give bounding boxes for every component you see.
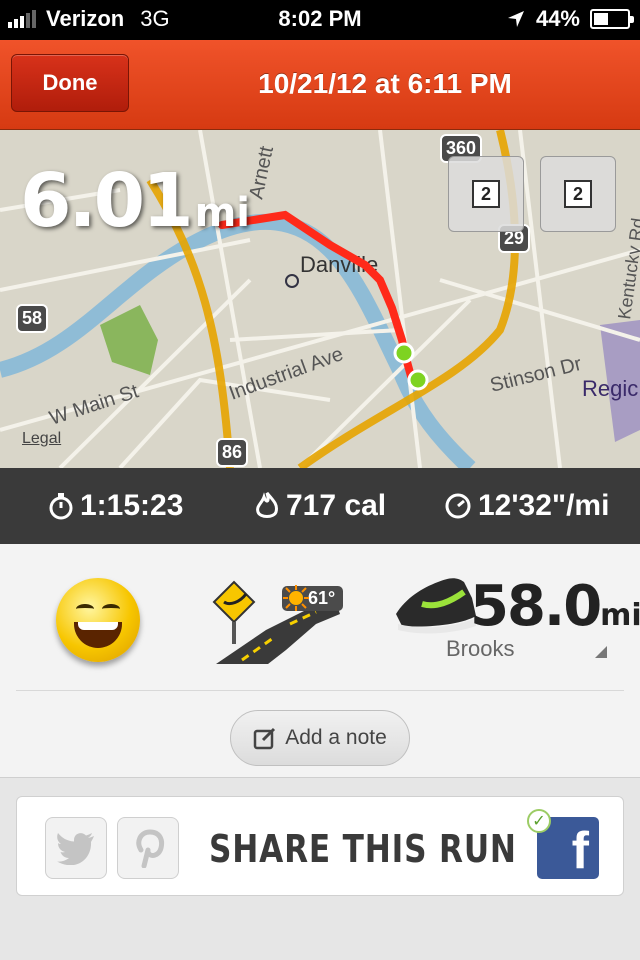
map-view-button-2[interactable]: 2 (540, 156, 616, 232)
city-center-marker (285, 274, 299, 288)
calories-value: 717 cal (286, 489, 387, 522)
map-label-regic: Regic (582, 376, 638, 401)
map-legal-link[interactable]: Legal (22, 430, 61, 448)
location-arrow-icon (507, 11, 524, 27)
temperature-value: 61° (308, 588, 336, 608)
shoe-mileage: 58.0mi (470, 574, 640, 639)
details-divider (16, 690, 624, 691)
route-start-marker (393, 342, 415, 364)
emoji-right-eye (102, 604, 120, 614)
map-label-w-main-st: W Main St (47, 380, 142, 430)
calories-stat: 717 cal (254, 489, 386, 523)
status-bar: Verizon 3G 8:02 PM 44% (0, 0, 640, 40)
run-distance: 6.01 mi (20, 158, 250, 244)
map-label-stinson-dr: Stinson Dr (488, 353, 584, 397)
shoe-miles-value: 58.0 (470, 574, 602, 639)
run-stats-bar: 1:15:23 717 cal 12'32"/mi (0, 468, 640, 544)
add-note-button[interactable]: Add a note (230, 710, 410, 766)
duration-stat: 1:15:23 (48, 489, 183, 523)
map-view-badge-1: 2 (472, 180, 500, 208)
pinterest-share-button[interactable] (117, 817, 179, 879)
battery-fill (594, 13, 609, 25)
running-shoe-icon[interactable] (392, 568, 478, 638)
speedometer-icon (445, 493, 471, 519)
shoe-name[interactable]: Brooks (446, 636, 514, 662)
distance-unit: mi (194, 190, 250, 236)
distance-value: 6.01 (20, 158, 194, 244)
facebook-selected-check-icon: ✓ (527, 809, 551, 833)
highway-shield-58: 58 (16, 304, 49, 333)
battery-icon (590, 9, 634, 29)
smile-emoji-icon[interactable] (56, 578, 140, 662)
add-note-label: Add a note (285, 726, 387, 749)
shoe-miles-unit: mi (600, 598, 640, 633)
twitter-icon (57, 833, 94, 865)
pace-stat: 12'32"/mi (444, 489, 609, 523)
map-view-button-1[interactable]: 2 (448, 156, 524, 232)
pinterest-icon (136, 829, 165, 868)
map-label-kentucky-rd: Kentucky Rd (614, 217, 640, 321)
highway-shield-86: 86 (216, 438, 249, 467)
map-label-arnett: Arnett (245, 144, 278, 201)
emoji-left-eye (76, 604, 94, 614)
duration-value: 1:15:23 (80, 489, 184, 522)
pace-value: 12'32"/mi (478, 489, 610, 522)
done-button[interactable]: Done (11, 54, 129, 112)
shoe-selector-arrow-icon[interactable] (595, 646, 607, 658)
emoji-mouth (74, 622, 122, 648)
stopwatch-icon (49, 493, 73, 520)
run-date-title: 10/21/12 at 6:11 PM (258, 68, 512, 99)
facebook-icon: f (571, 822, 589, 880)
share-this-run-label: SHARE THIS RUN (209, 827, 517, 871)
battery-percent: 44% (535, 6, 580, 31)
edit-note-icon (253, 727, 276, 750)
route-map[interactable]: Danville Industrial Ave W Main St Stinso… (0, 130, 640, 468)
share-panel: SHARE THIS RUN f ✓ (16, 796, 624, 896)
map-view-badge-2: 2 (564, 180, 592, 208)
twitter-share-button[interactable] (45, 817, 107, 879)
sunny-icon (283, 585, 309, 611)
route-end-marker (407, 369, 429, 391)
flame-icon (256, 492, 278, 518)
header-bar: Done 10/21/12 at 6:11 PM (0, 40, 640, 130)
run-details-panel: 61° 58.0mi Brooks Add a note (0, 544, 640, 778)
